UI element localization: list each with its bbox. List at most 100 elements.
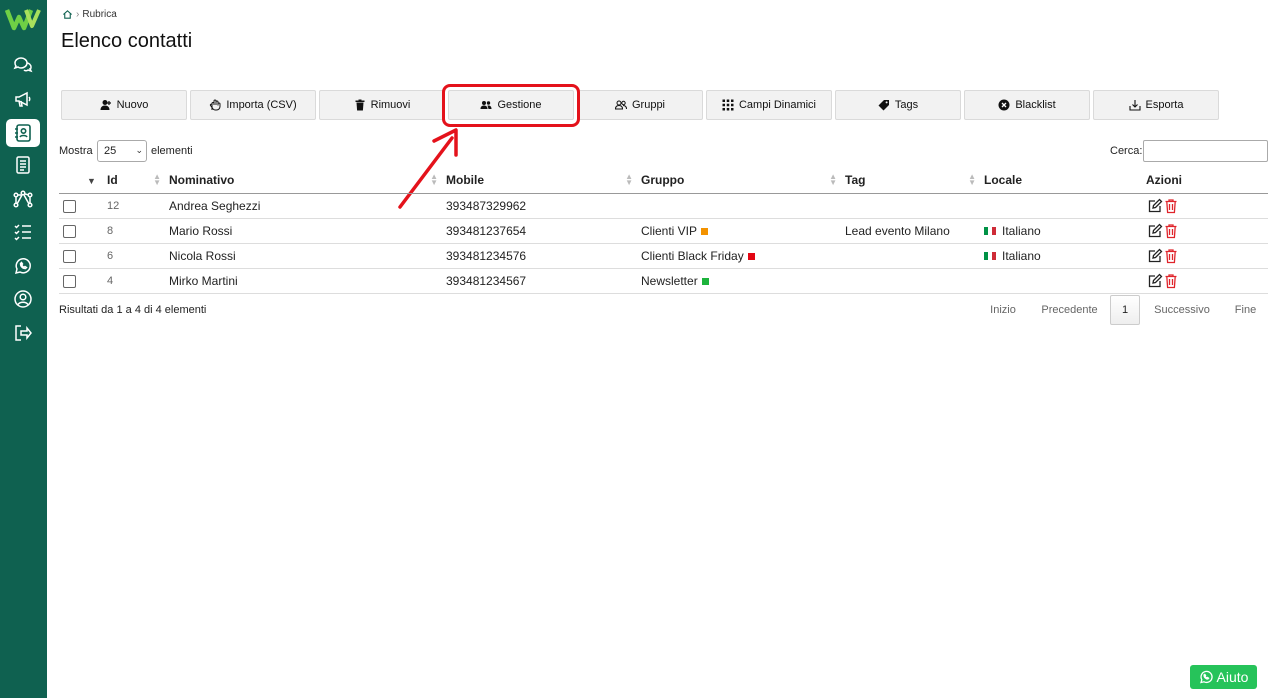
edit-icon[interactable]: [1147, 248, 1163, 264]
logout-icon[interactable]: [6, 319, 40, 347]
header-name-label: Nominativo: [169, 173, 235, 188]
group-color-square: [747, 252, 755, 260]
cell-group: Newsletter: [641, 268, 845, 294]
delete-icon[interactable]: [1163, 248, 1179, 264]
table-row[interactable]: 4 Mirko Martini 393481234567 Newsletter: [59, 268, 1268, 294]
dynamic-fields-button[interactable]: Campi Dinamici: [706, 90, 832, 120]
edit-icon[interactable]: [1147, 198, 1163, 214]
breadcrumb-separator: ›: [76, 9, 80, 20]
pagination-previous-label: Precedente: [1041, 304, 1098, 316]
cell-locale: Italiano: [984, 243, 1145, 269]
edit-icon[interactable]: [1147, 223, 1163, 239]
sort-icon: ▲ ▼: [829, 172, 837, 187]
italy-flag-icon: [984, 252, 996, 261]
sort-icon: ▲ ▼: [625, 172, 633, 187]
cell-tag: [845, 268, 984, 294]
cell-name: Nicola Rossi: [169, 243, 446, 269]
cell-id: 4: [88, 268, 169, 294]
edit-icon[interactable]: [1147, 273, 1163, 289]
delete-icon[interactable]: [1163, 223, 1179, 239]
header-name[interactable]: Nominativo ▲ ▼: [169, 168, 446, 194]
remove-label: Rimuovi: [370, 99, 411, 111]
locale-name: Italiano: [1002, 248, 1041, 263]
new-contact-label: Nuovo: [116, 99, 149, 111]
group-name: Newsletter: [641, 273, 698, 288]
header-actions-label: Azioni: [1146, 173, 1182, 188]
user-profile-icon[interactable]: [6, 285, 40, 313]
cell-name: Mirko Martini: [169, 268, 446, 294]
cell-name: Mario Rossi: [169, 218, 446, 244]
table-row[interactable]: 6 Nicola Rossi 393481234576 Clienti Black F…: [59, 243, 1268, 269]
header-id[interactable]: Id ▲ ▼: [88, 168, 169, 194]
import-csv-button[interactable]: Importa (CSV): [190, 90, 316, 120]
row-checkbox[interactable]: [63, 199, 76, 213]
results-info: Risultati da 1 a 4 di 4 elementi: [59, 304, 207, 316]
app-logo[interactable]: [5, 6, 42, 32]
breadcrumb: › Rubrica: [62, 9, 117, 20]
page-title: Elenco contatti: [61, 30, 193, 52]
cell-mobile: 393481234576: [446, 243, 641, 269]
row-checkbox[interactable]: [63, 249, 76, 263]
tag-icon: [878, 100, 889, 111]
contacts-icon[interactable]: [6, 119, 40, 147]
header-mobile[interactable]: Mobile ▲ ▼: [446, 168, 641, 194]
cell-tag: Lead evento Milano: [845, 218, 984, 244]
document-icon[interactable]: [6, 151, 40, 179]
chevron-down-icon: ⌄: [135, 145, 143, 155]
italy-flag-icon: [984, 227, 996, 236]
table-row[interactable]: 8 Mario Rossi 393481237654 Clienti VIP Lead …: [59, 218, 1268, 244]
pagination-current[interactable]: 1: [1110, 295, 1140, 325]
page-length-select[interactable]: 25 ⌄: [97, 140, 147, 162]
cell-mobile: 393481237654: [446, 218, 641, 244]
show-label: Mostra: [59, 145, 93, 157]
cell-mobile: 393487329962: [446, 193, 641, 219]
workflow-icon[interactable]: [6, 185, 40, 213]
cell-group: Clienti Black Friday: [641, 243, 845, 269]
cell-mobile: 393481234567: [446, 268, 641, 294]
group-color-square: [701, 227, 709, 235]
pagination-previous[interactable]: Precedente: [1033, 295, 1106, 325]
group-name: Clienti VIP: [641, 223, 698, 238]
cell-locale: [984, 193, 1145, 219]
pagination-first-label: Inizio: [990, 304, 1016, 316]
new-contact-button[interactable]: Nuovo: [61, 90, 187, 120]
remove-button[interactable]: Rimuovi: [319, 90, 445, 120]
tags-button[interactable]: Tags: [835, 90, 961, 120]
contacts-table: ▼ Id ▲ ▼ Nominativo ▲ ▼ Mobile ▲ ▼ Gruppo ▲ ▼ Ta…: [59, 168, 1268, 294]
delete-icon[interactable]: [1163, 273, 1179, 289]
delete-icon[interactable]: [1163, 198, 1179, 214]
pagination-last[interactable]: Fine: [1223, 295, 1268, 325]
header-actions: Azioni: [1145, 168, 1268, 194]
table-row[interactable]: 12 Andrea Seghezzi 393487329962: [59, 193, 1268, 219]
help-label: Aiuto: [1216, 669, 1249, 685]
download-icon: [1128, 100, 1141, 111]
users-outline-icon: [614, 100, 627, 110]
chat-icon[interactable]: [6, 51, 40, 79]
search-input[interactable]: [1143, 140, 1268, 162]
home-icon[interactable]: [62, 9, 73, 20]
header-tag[interactable]: Tag ▲ ▼: [845, 168, 984, 194]
header-locale[interactable]: Locale: [984, 168, 1145, 194]
pagination-current-label: 1: [1121, 304, 1129, 316]
blacklist-button[interactable]: Blacklist: [964, 90, 1090, 120]
export-button[interactable]: Esporta: [1093, 90, 1219, 120]
help-button[interactable]: Aiuto: [1190, 665, 1257, 689]
pagination-first[interactable]: Inizio: [976, 295, 1030, 325]
header-id-label: Id: [107, 173, 118, 188]
row-checkbox[interactable]: [63, 274, 76, 288]
cell-id: 8: [88, 218, 169, 244]
header-locale-label: Locale: [984, 173, 1023, 188]
groups-button[interactable]: Gruppi: [577, 90, 703, 120]
sort-icon: ▲ ▼: [968, 172, 976, 187]
cell-actions: [1145, 268, 1268, 294]
header-group[interactable]: Gruppo ▲ ▼: [641, 168, 845, 194]
pagination-next[interactable]: Successivo: [1145, 295, 1219, 325]
user-plus-icon: [100, 100, 111, 110]
checklist-icon[interactable]: [6, 218, 40, 246]
import-csv-label: Importa (CSV): [226, 99, 297, 111]
megaphone-icon[interactable]: [6, 85, 40, 113]
select-all-header[interactable]: ▼: [59, 168, 96, 194]
whatsapp-icon[interactable]: [6, 252, 40, 280]
cell-tag: [845, 193, 984, 219]
row-checkbox[interactable]: [63, 224, 76, 238]
